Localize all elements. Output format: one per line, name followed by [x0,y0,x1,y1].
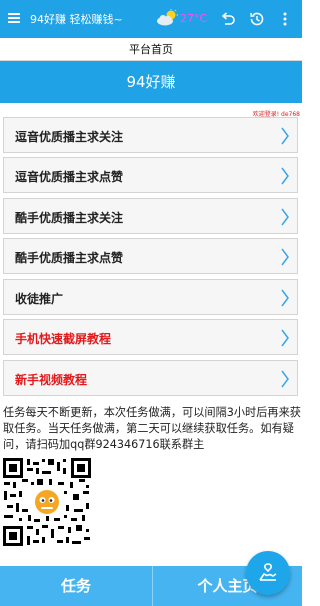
menu-item-label: 手机快速截屏教程 [15,332,112,346]
app-title: 94好赚 轻松赚钱~ [30,13,123,26]
chevron-right-icon [281,167,289,185]
task-info-text: 任务每天不断更新，本次任务做满，可以间隔3小时后再来获取任务。当天任务做满，第二… [3,406,301,451]
menu-item-label: 酷手优质播主求点赞 [15,251,124,265]
menu-item-kuaishou-like[interactable]: 酷手优质播主求点赞 [3,238,298,274]
menu-item-label: 逗音优质播主求关注 [15,130,124,144]
chevron-right-icon [281,329,289,347]
page-title: 平台首页 [129,43,173,56]
menu-item-douyin-follow[interactable]: 逗音优质播主求关注 [3,117,298,153]
chevron-right-icon [281,289,289,307]
menu-item-referral[interactable]: 收徒推广 [3,279,298,315]
menu-item-label: 逗音优质播主求点赞 [15,170,124,184]
chevron-right-icon [281,208,289,226]
tab-task[interactable]: 任务 [0,566,152,606]
menu-item-douyin-like[interactable]: 逗音优质播主求点赞 [3,157,298,193]
hand-heart-icon [259,563,277,581]
menu-item-label: 新手视频教程 [15,373,88,387]
chevron-right-icon [281,127,289,145]
menu-item-screenshot-tutorial[interactable]: 手机快速截屏教程 [3,319,298,355]
menu-item-video-tutorial[interactable]: 新手视频教程 [3,360,298,396]
floating-action-button[interactable] [246,551,290,595]
partly-sunny-weather-icon [157,9,178,26]
undo-icon[interactable] [219,10,237,28]
menu-item-label: 收徒推广 [15,292,64,306]
banner-title: 94好赚 [126,73,176,91]
page-header: 平台首页 [0,38,302,61]
menu-item-kuaishou-follow[interactable]: 酷手优质播主求关注 [3,198,298,234]
chevron-right-icon [281,248,289,266]
history-icon[interactable] [248,10,266,28]
hamburger-menu-icon[interactable] [8,13,20,23]
brand-banner: 94好赚 [0,61,302,103]
qq-group-qr-code [2,457,92,547]
app-bar: 94好赚 轻松赚钱~ 27°C [0,0,302,38]
more-vertical-icon[interactable] [281,10,299,28]
temperature-label: 27°C [180,12,208,25]
menu-item-label: 酷手优质播主求关注 [15,211,124,225]
chevron-right-icon [281,370,289,388]
